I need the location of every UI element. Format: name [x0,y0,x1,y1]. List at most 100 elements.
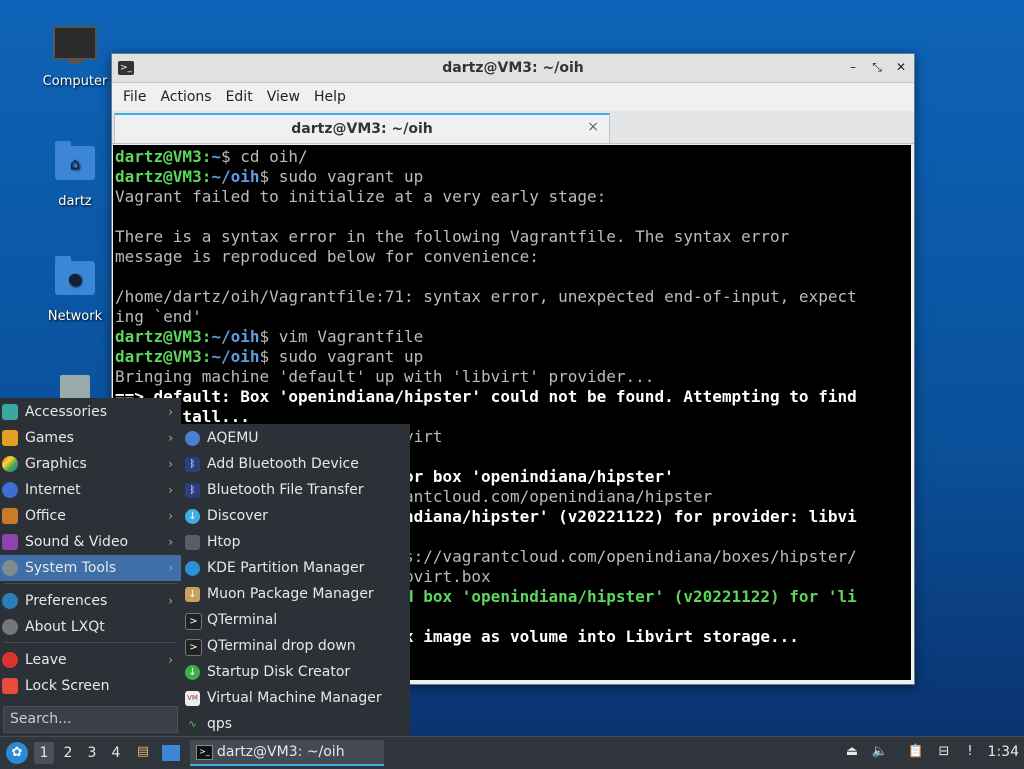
menu-file[interactable]: File [116,89,153,105]
start-menu: Accessories › Games › Graphics › Interne… [0,398,181,736]
graphics-icon [2,456,18,472]
info-icon [2,619,18,635]
chevron-right-icon: › [168,483,173,497]
submenu-item-qterminal[interactable]: > QTerminal [181,607,410,633]
terminal-app-icon: >_ [118,61,134,75]
taskbar: ✿ 1 2 3 4 ▤ >_ dartz@VM3: ~/oih ⏏ 🔈 📋 ⊟ … [0,736,1024,769]
chevron-right-icon: › [168,457,173,471]
file-manager-icon[interactable]: ▤ [134,743,152,761]
window-titlebar[interactable]: >_ dartz@VM3: ~/oih – ⤡ ✕ [112,54,914,83]
bluetooth-icon: ᛒ [185,457,200,472]
workspace-1[interactable]: 1 [34,742,54,764]
menu-item-internet[interactable]: Internet › [0,477,181,503]
preferences-icon [2,593,18,609]
terminal-line: dartz@VM3:~/oih$ sudo vagrant up [115,347,424,366]
tab-close-icon[interactable]: × [587,119,599,135]
menu-item-about-lxqt[interactable]: About LXQt [0,614,181,640]
eject-icon[interactable]: ⏏ [843,743,861,761]
volume-icon[interactable]: 🔈 [871,743,889,761]
menu-item-lock-screen[interactable]: Lock Screen [0,673,181,699]
clipboard-icon[interactable]: 📋 [907,743,925,761]
terminal-icon: > [185,613,202,630]
terminal-icon: > [185,639,202,656]
home-folder-icon: ⌂ [53,141,97,190]
tab-title: dartz@VM3: ~/oih [291,121,433,137]
computer-icon [53,26,97,70]
lock-icon [2,678,18,694]
submenu-item-startup-disk-creator[interactable]: ↓ Startup Disk Creator [181,659,410,685]
submenu-item-qterminal-drop-down[interactable]: > QTerminal drop down [181,633,410,659]
menubar: File Actions Edit View Help [112,83,914,111]
internet-icon [2,482,18,498]
desktop-icon-computer[interactable]: Computer [35,20,115,89]
menu-item-accessories[interactable]: Accessories › [0,399,181,425]
restore-button[interactable]: ⤡ [870,60,884,74]
workspace-4[interactable]: 4 [106,742,126,764]
desktop-icon-label: Computer [42,74,108,89]
discover-icon: ↓ [185,509,200,524]
terminal-line: dartz@VM3:~/oih$ vim Vagrantfile [115,327,424,346]
close-button[interactable]: ✕ [894,60,908,74]
menu-separator [4,642,177,643]
menu-search-input[interactable]: Search... [3,706,178,733]
terminal-tab[interactable]: dartz@VM3: ~/oih × [114,113,610,143]
chevron-right-icon: › [168,594,173,608]
chevron-right-icon: › [168,431,173,445]
sound-video-icon [2,534,18,550]
submenu-item-bluetooth-file-transfer[interactable]: ᛒ Bluetooth File Transfer [181,477,410,503]
submenu-item-qps[interactable]: ∿ qps [181,711,410,737]
clock[interactable]: 1:34 [988,744,1019,760]
terminal-line: Vagrant failed to initialize at a very e… [115,187,607,206]
submenu-item-kde-partition-manager[interactable]: KDE Partition Manager [181,555,410,581]
notification-icon[interactable]: ! [961,743,979,761]
menu-item-games[interactable]: Games › [0,425,181,451]
network-status-icon[interactable]: ⊟ [935,743,953,761]
chevron-right-icon: › [168,561,173,575]
terminal-line: ing `end' [115,307,202,326]
menu-edit[interactable]: Edit [219,89,260,105]
chevron-right-icon: › [168,405,173,419]
submenu-item-add-bluetooth-device[interactable]: ᛒ Add Bluetooth Device [181,451,410,477]
office-icon [2,508,18,524]
minimize-button[interactable]: – [846,60,860,74]
terminal-line: message is reproduced below for convenie… [115,247,539,266]
desktop-icon-label: Network [47,309,103,324]
games-icon [2,430,18,446]
workspace-3[interactable]: 3 [82,742,102,764]
desktop-icon-network[interactable]: ● Network [35,255,115,324]
system-tools-icon [2,560,18,576]
menu-item-sound-video[interactable]: Sound & Video › [0,529,181,555]
menu-item-preferences[interactable]: Preferences › [0,588,181,614]
submenu-item-discover[interactable]: ↓ Discover [181,503,410,529]
show-desktop-icon[interactable] [162,745,180,761]
menu-help[interactable]: Help [307,89,353,105]
taskbar-app-terminal[interactable]: >_ dartz@VM3: ~/oih [190,740,384,766]
package-icon: ↓ [185,587,200,602]
qps-icon: ∿ [188,719,197,730]
bluetooth-icon: ᛒ [185,483,200,498]
submenu-item-virtual-machine-manager[interactable]: VM Virtual Machine Manager [181,685,410,711]
terminal-line: /home/dartz/oih/Vagrantfile:71: syntax e… [115,287,857,306]
menu-item-leave[interactable]: Leave › [0,647,181,673]
accessories-icon [2,404,18,420]
terminal-line: Bringing machine 'default' up with 'libv… [115,367,655,386]
system-tools-submenu: AQEMU ᛒ Add Bluetooth Device ᛒ Bluetooth… [181,424,410,736]
submenu-item-muon-package-manager[interactable]: ↓ Muon Package Manager [181,581,410,607]
menu-item-graphics[interactable]: Graphics › [0,451,181,477]
chevron-right-icon: › [168,509,173,523]
terminal-line: There is a syntax error in the following… [115,227,790,246]
terminal-line: dartz@VM3:~/oih$ sudo vagrant up [115,167,424,186]
menu-item-office[interactable]: Office › [0,503,181,529]
submenu-item-aqemu[interactable]: AQEMU [181,425,410,451]
submenu-item-htop[interactable]: Htop [181,529,410,555]
menu-separator [4,583,177,584]
start-menu-button[interactable]: ✿ [6,742,28,764]
menu-actions[interactable]: Actions [153,89,218,105]
workspace-2[interactable]: 2 [58,742,78,764]
desktop-icon-home[interactable]: ⌂ dartz [35,140,115,209]
menu-view[interactable]: View [260,89,307,105]
menu-item-system-tools[interactable]: System Tools › [0,555,181,581]
terminal-icon: >_ [196,745,213,760]
terminal-line: ==> default: Box 'openindiana/hipster' c… [115,387,857,406]
network-folder-icon: ● [53,256,97,305]
